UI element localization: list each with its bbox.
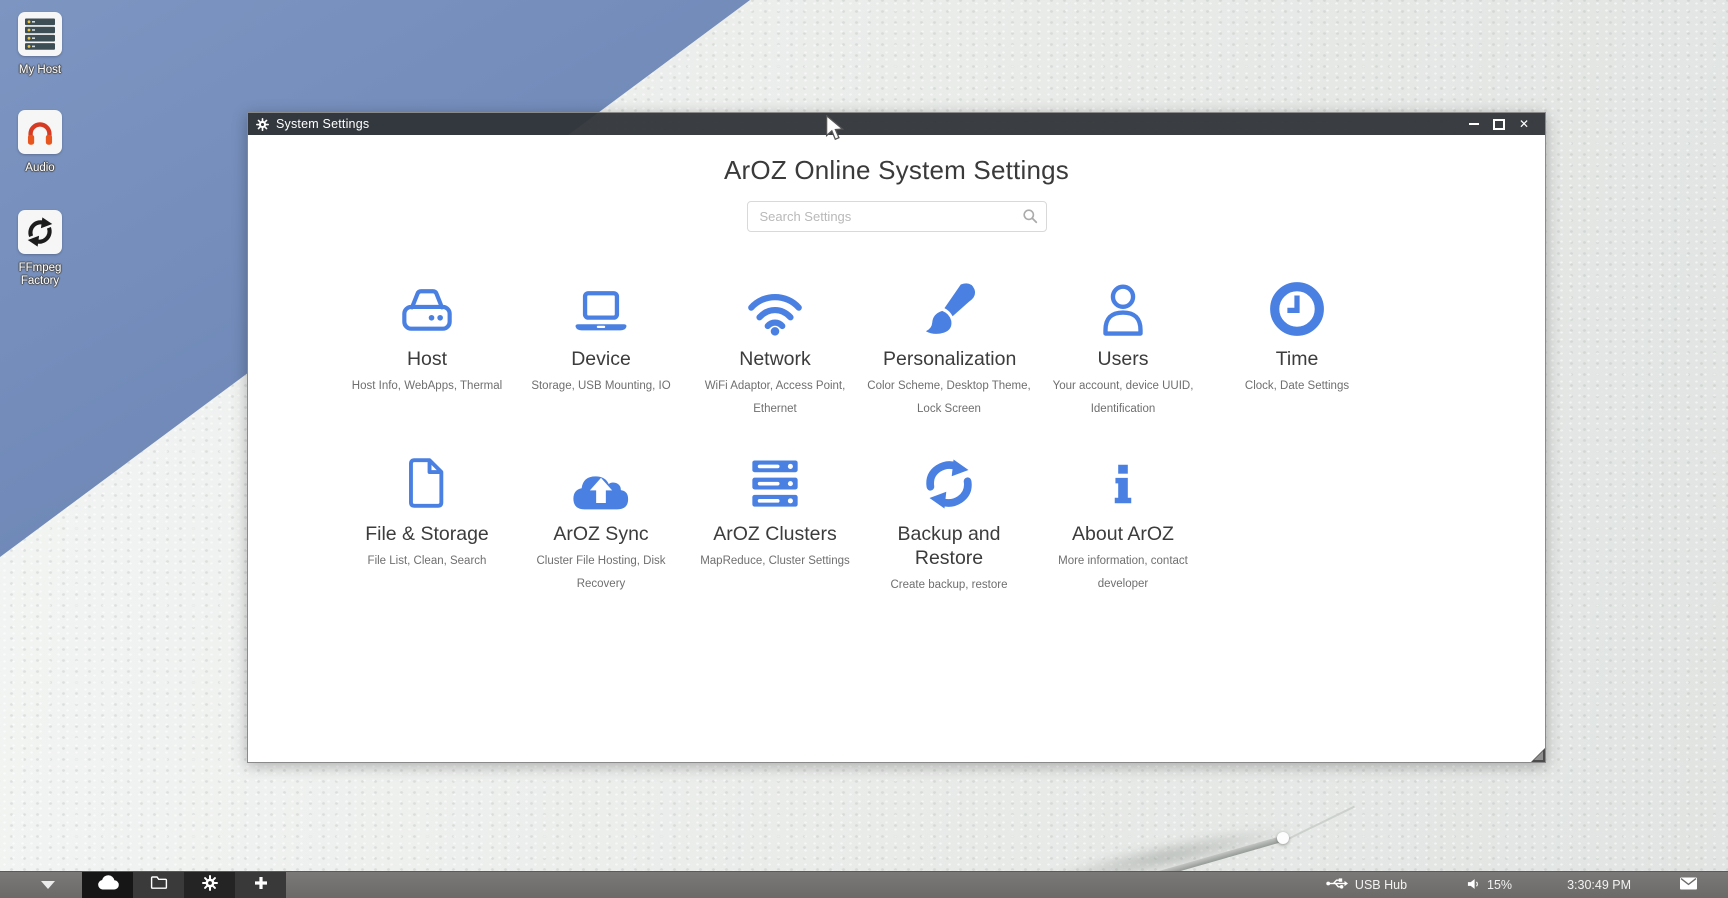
taskbar-item-cloud[interactable] xyxy=(82,872,133,898)
desktop-icon-label: FFmpeg Factory xyxy=(4,262,76,288)
caret-down-icon[interactable] xyxy=(41,881,55,889)
settings-grid-row-1: Host Host Info, WebApps, Thermal Device xyxy=(340,273,1400,421)
cloud-upload-icon xyxy=(514,448,688,512)
settings-tile-about-aroz[interactable]: About ArOZ More information, contact dev… xyxy=(1036,448,1210,597)
desktop-icon-label: My Host xyxy=(4,64,76,77)
system-settings-window: System Settings ✕ ArOZ Online System Set… xyxy=(247,112,1546,763)
settings-tile-personalization[interactable]: Personalization Color Scheme, Desktop Th… xyxy=(862,273,1036,421)
tile-subtitle: Your account, device UUID, Identificatio… xyxy=(1036,375,1210,421)
gear-icon xyxy=(202,875,218,896)
tile-title: ArOZ Sync xyxy=(535,522,667,546)
volume-status[interactable]: 15% xyxy=(1467,878,1512,893)
settings-tile-backup-restore[interactable]: Backup and Restore Create backup, restor… xyxy=(862,448,1036,597)
time-label: 3:30:49 PM xyxy=(1567,878,1631,892)
wallpaper-cable-anchor xyxy=(1277,832,1289,844)
settings-grid: Host Host Info, WebApps, Thermal Device xyxy=(340,273,1400,597)
tile-title: File & Storage xyxy=(361,522,493,546)
search-box xyxy=(747,201,1047,232)
desktop: My Host Audio FFmpeg Factory xyxy=(0,0,1728,898)
settings-tile-time[interactable]: Time Clock, Date Settings xyxy=(1210,273,1384,421)
tile-title: Users xyxy=(1057,347,1189,371)
tile-title: Time xyxy=(1231,347,1363,371)
desktop-icon-my-host[interactable]: My Host xyxy=(4,12,76,77)
tile-title: Personalization xyxy=(883,347,1015,371)
info-icon xyxy=(1036,448,1210,512)
volume-label: 15% xyxy=(1487,878,1512,892)
tile-title: Device xyxy=(535,347,667,371)
tile-subtitle: WiFi Adaptor, Access Point, Ethernet xyxy=(688,375,862,421)
taskbar-tray: USB Hub 15% 3:30:49 PM xyxy=(1326,872,1728,898)
taskbar-item-files[interactable] xyxy=(133,872,184,898)
taskbar-item-settings[interactable] xyxy=(184,872,235,898)
window-resize-handle[interactable] xyxy=(1531,748,1545,762)
sync-arrows-icon xyxy=(862,448,1036,512)
envelope-icon xyxy=(1679,877,1698,893)
settings-tile-network[interactable]: Network WiFi Adaptor, Access Point, Ethe… xyxy=(688,273,862,421)
tile-title: ArOZ Clusters xyxy=(709,522,841,546)
desktop-icon-audio[interactable]: Audio xyxy=(4,110,76,175)
wifi-icon xyxy=(688,273,862,337)
headphones-icon xyxy=(18,110,62,154)
server-stack-icon xyxy=(688,448,862,512)
maximize-button[interactable] xyxy=(1492,117,1506,131)
tile-subtitle: More information, contact developer xyxy=(1036,550,1210,596)
window-titlebar[interactable]: System Settings ✕ xyxy=(248,113,1545,135)
folder-icon xyxy=(150,875,168,895)
settings-tile-device[interactable]: Device Storage, USB Mounting, IO xyxy=(514,273,688,421)
close-button[interactable]: ✕ xyxy=(1517,117,1531,131)
desktop-icon-ffmpeg-factory[interactable]: FFmpeg Factory xyxy=(4,210,76,288)
tile-subtitle: Storage, USB Mounting, IO xyxy=(514,375,688,398)
tile-title: Host xyxy=(361,347,493,371)
paintbrush-icon xyxy=(862,273,1036,337)
settings-tile-users[interactable]: Users Your account, device UUID, Identif… xyxy=(1036,273,1210,421)
clock-icon xyxy=(1210,273,1384,337)
taskbar-item-add[interactable] xyxy=(235,872,286,898)
window-controls: ✕ xyxy=(1467,117,1531,131)
file-icon xyxy=(340,448,514,512)
taskbar: USB Hub 15% 3:30:49 PM xyxy=(0,871,1728,898)
taskbar-launchers xyxy=(82,872,286,898)
search-input[interactable] xyxy=(747,201,1047,232)
tile-title: Backup and Restore xyxy=(883,522,1015,570)
settings-tile-aroz-clusters[interactable]: ArOZ Clusters MapReduce, Cluster Setting… xyxy=(688,448,862,597)
window-title: System Settings xyxy=(276,117,369,131)
cloud-icon xyxy=(96,874,120,896)
page-title: ArOZ Online System Settings xyxy=(248,155,1545,186)
gear-icon xyxy=(256,118,269,131)
tile-subtitle: MapReduce, Cluster Settings xyxy=(688,550,862,573)
server-rack-icon xyxy=(18,12,62,56)
tile-subtitle: Create backup, restore xyxy=(862,574,1036,597)
recycle-arrows-icon xyxy=(18,210,62,254)
user-icon xyxy=(1036,273,1210,337)
laptop-icon xyxy=(514,273,688,337)
host-drive-icon xyxy=(340,273,514,337)
tile-subtitle: Cluster File Hosting, Disk Recovery xyxy=(514,550,688,596)
tile-title: Network xyxy=(709,347,841,371)
tile-subtitle: Color Scheme, Desktop Theme, Lock Screen xyxy=(862,375,1036,421)
usb-label: USB Hub xyxy=(1355,878,1407,892)
plus-icon xyxy=(254,876,268,895)
settings-grid-row-2: File & Storage File List, Clean, Search … xyxy=(340,448,1400,597)
settings-tile-file-storage[interactable]: File & Storage File List, Clean, Search xyxy=(340,448,514,597)
tile-title: About ArOZ xyxy=(1057,522,1189,546)
clock-display[interactable]: 3:30:49 PM xyxy=(1567,878,1631,892)
messages-tray-item[interactable] xyxy=(1679,877,1698,893)
search-icon xyxy=(1022,208,1038,229)
desktop-icon-label: Audio xyxy=(4,162,76,175)
tile-subtitle: Host Info, WebApps, Thermal xyxy=(340,375,514,398)
speaker-icon xyxy=(1467,878,1480,893)
tile-subtitle: File List, Clean, Search xyxy=(340,550,514,573)
window-content: ArOZ Online System Settings xyxy=(248,135,1545,762)
settings-tile-host[interactable]: Host Host Info, WebApps, Thermal xyxy=(340,273,514,421)
tile-subtitle: Clock, Date Settings xyxy=(1210,375,1384,398)
usb-icon xyxy=(1326,877,1348,893)
usb-status[interactable]: USB Hub xyxy=(1326,877,1407,893)
minimize-button[interactable] xyxy=(1467,117,1481,131)
settings-tile-aroz-sync[interactable]: ArOZ Sync Cluster File Hosting, Disk Rec… xyxy=(514,448,688,597)
